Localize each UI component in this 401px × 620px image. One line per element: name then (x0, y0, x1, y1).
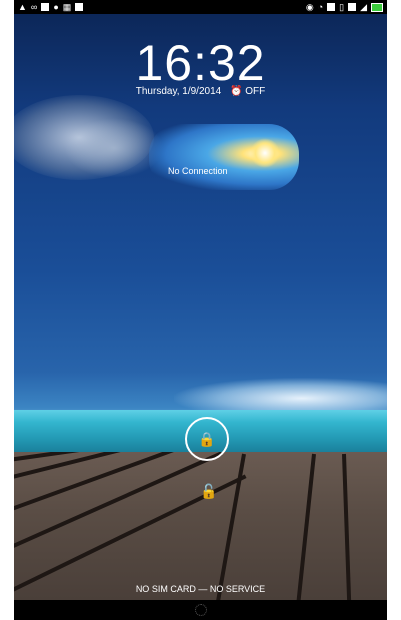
system-icons: ◉ ◔ ▯ ◢ (302, 2, 387, 13)
sun-icon (250, 138, 280, 168)
location-icon: ● (53, 2, 59, 12)
no-signal-icon: ▯ (339, 1, 345, 12)
document-icon (75, 3, 84, 11)
frame-right (387, 0, 401, 620)
unlock-handle[interactable]: 🔒 (185, 417, 229, 461)
lock-date: Thursday, 1/9/2014 (135, 86, 222, 97)
alarm-icon: ⏰ (229, 86, 243, 97)
lock-clock[interactable]: 16:32 (14, 34, 387, 92)
warning-icon: ▲ (18, 2, 27, 12)
status-bar[interactable]: ▲ ∞ ● ▦ ◉ ◔ ▯ ◢ (14, 0, 387, 14)
notification-icons: ▲ ∞ ● ▦ (14, 2, 87, 13)
lock-screen: ▲ ∞ ● ▦ ◉ ◔ ▯ ◢ 16:32 Thursday, 1/9/2014… (0, 0, 401, 620)
screenshot-icon (348, 3, 357, 11)
voicemail-icon: ∞ (30, 2, 38, 12)
signal-icon: ◢ (360, 1, 367, 12)
unlock-target[interactable]: 🔓 (200, 483, 217, 501)
apps-icon: ▦ (62, 1, 72, 12)
horizon-clouds (174, 378, 387, 412)
calendar-icon (41, 3, 50, 11)
plank-gap (294, 453, 316, 600)
carrier-status: NO SIM CARD — NO SERVICE (135, 584, 266, 594)
unlock-icon: 🔓 (200, 483, 218, 499)
battery-icon (371, 2, 383, 12)
alarm-status: OFF (245, 86, 266, 97)
date-and-alarm: Thursday, 1/9/2014 ⏰ OFF (14, 86, 387, 97)
wifi-icon: ◔ (317, 2, 324, 12)
plank-gap (212, 453, 246, 600)
home-indicator-icon (194, 604, 207, 616)
frame-left (0, 0, 14, 620)
sync-icon: ◉ (305, 1, 314, 12)
plank-gap (342, 453, 352, 600)
screenshot-icon (327, 3, 336, 11)
wooden-deck (14, 452, 387, 600)
lock-icon: 🔒 (198, 430, 216, 447)
navigation-bar (14, 600, 387, 620)
weather-status[interactable]: No Connection (168, 166, 228, 176)
